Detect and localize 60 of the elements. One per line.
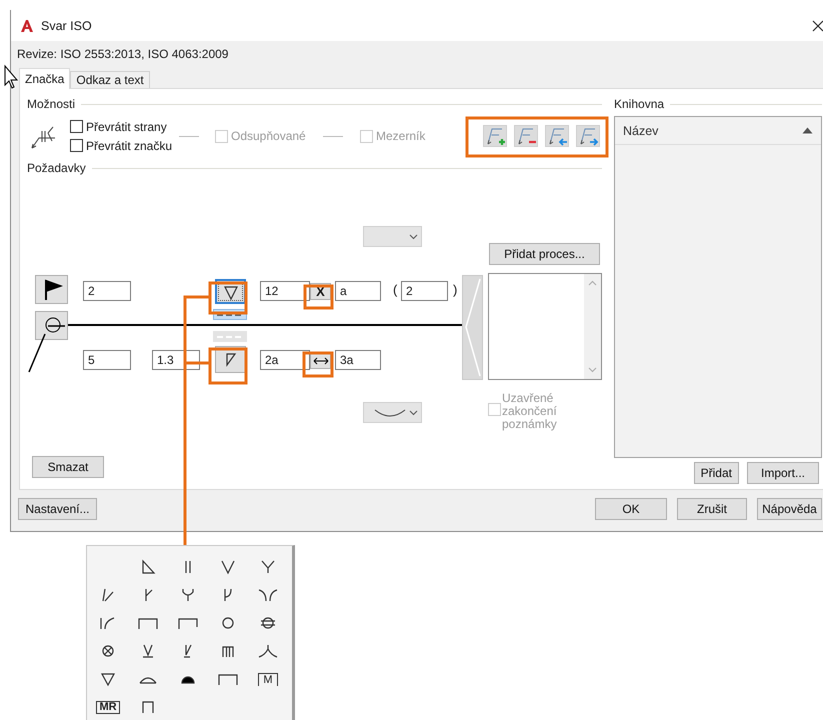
highlight-frame <box>304 284 334 310</box>
cursor-icon <box>4 64 18 89</box>
highlight-frame <box>208 282 248 314</box>
highlight-frame <box>208 348 248 384</box>
checkbox-label: Uzavřené zakončení poznámky <box>502 392 558 431</box>
leader-tool-button[interactable] <box>514 125 538 147</box>
weld-symbol-option[interactable]: MR <box>96 700 120 714</box>
window-title: Svar ISO <box>41 18 92 32</box>
dialog-button[interactable]: Nápověda <box>757 498 822 520</box>
section-heading: Požadavky <box>27 161 86 175</box>
clear-button[interactable]: Smazat <box>32 456 104 478</box>
contour-icon <box>373 406 407 418</box>
all-around-button[interactable] <box>35 311 68 340</box>
dashed-line-icon <box>216 312 244 316</box>
text-field[interactable]: 12 <box>260 281 310 301</box>
revision-label: Revize: ISO 2553:2013, ISO 4063:2009 <box>17 47 228 61</box>
flag-button[interactable] <box>35 275 68 304</box>
text-field[interactable]: 3a <box>335 350 381 370</box>
scroll-up-icon <box>588 280 597 286</box>
close-icon[interactable] <box>812 20 823 32</box>
app-logo-icon <box>20 18 34 32</box>
leader-tool-button[interactable] <box>545 125 569 147</box>
section-heading: Knihovna <box>614 97 664 111</box>
tab[interactable]: Značka <box>19 68 70 89</box>
checkbox[interactable] <box>70 139 83 152</box>
checkbox-label: Převrátit značku <box>86 138 172 152</box>
tab[interactable]: Odkaz a text <box>70 71 150 88</box>
chevron-down-icon <box>409 234 418 240</box>
bracket: ) <box>453 282 458 297</box>
checkbox-label: Převrátit strany <box>86 120 167 134</box>
text-field[interactable]: 1.3 <box>152 350 200 370</box>
leader-line <box>27 332 47 374</box>
highlight-frame <box>302 352 334 378</box>
text-field[interactable]: a <box>335 281 381 301</box>
checkbox[interactable] <box>70 120 83 133</box>
dialog-button[interactable]: OK <box>595 498 667 520</box>
add-process-button[interactable]: Přidat proces... <box>489 243 600 265</box>
leader-tool-button[interactable] <box>576 125 600 147</box>
column-header: Název <box>623 124 658 138</box>
identification-line-toggle[interactable] <box>213 331 247 342</box>
text-field[interactable]: 2 <box>83 281 131 301</box>
sort-ascending-icon <box>802 127 813 134</box>
text-field[interactable]: 2a <box>260 350 310 370</box>
contour-dropdown[interactable] <box>363 402 422 423</box>
library-button[interactable]: Přidat <box>694 462 739 484</box>
weld-symbol-option[interactable]: M <box>258 672 278 686</box>
library-button[interactable]: Import... <box>747 462 819 484</box>
checkbox-label: Odsupňované <box>231 129 306 143</box>
text-field[interactable]: 5 <box>83 350 131 370</box>
settings-button[interactable]: Nastavení... <box>18 498 97 520</box>
checkbox-label: Mezerník <box>376 129 426 143</box>
bracket: ( <box>393 282 398 297</box>
process-list[interactable] <box>488 273 602 380</box>
library-list[interactable]: Název <box>614 116 822 458</box>
text-field[interactable]: 2 <box>401 281 448 301</box>
double-arrow-icon <box>312 356 328 364</box>
chevron-down-icon <box>409 410 418 416</box>
scroll-down-icon <box>588 367 597 373</box>
section-heading: Možnosti <box>27 97 76 111</box>
dialog-button[interactable]: Zrušit <box>677 498 747 520</box>
